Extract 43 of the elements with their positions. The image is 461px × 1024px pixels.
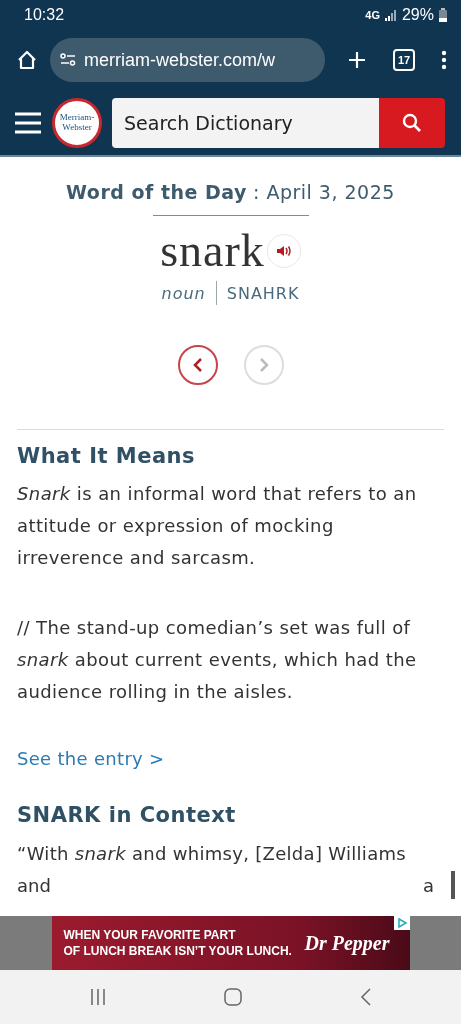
more-icon[interactable]: [441, 50, 447, 70]
search-field[interactable]: Search Dictionary: [112, 97, 379, 148]
menu-icon[interactable]: [14, 111, 42, 134]
part-of-speech: noun: [161, 283, 206, 303]
previous-button[interactable]: [177, 345, 218, 385]
pronunciation: SNAHRK: [226, 283, 300, 303]
battery-percent: 29%: [401, 6, 434, 24]
logo[interactable]: Merriam- Webster: [52, 97, 102, 148]
status-time: 10:32: [24, 6, 65, 24]
audio-button[interactable]: [266, 233, 301, 268]
plus-icon[interactable]: [347, 50, 367, 70]
home-icon[interactable]: [16, 49, 38, 71]
ad-banner[interactable]: WHEN YOUR FAVORITE PART OF LUNCH BREAK ISN’T YOUR LUNCH. Dr Pepper: [51, 916, 410, 970]
ad-text: WHEN YOUR FAVORITE PART: [63, 927, 237, 943]
home-button-icon[interactable]: [224, 988, 243, 1006]
back-icon[interactable]: [360, 988, 373, 1006]
search-button[interactable]: [379, 97, 445, 148]
ad-logo: Dr Pepper: [304, 931, 390, 955]
chevron-left-icon: [192, 357, 203, 373]
ad-choices-icon[interactable]: [393, 916, 410, 930]
tab-count-button[interactable]: 17: [393, 49, 415, 71]
network-indicator: 4G: [365, 9, 380, 21]
speaker-icon: [275, 244, 292, 257]
signal-icon: [384, 9, 397, 21]
recent-apps-icon[interactable]: [88, 988, 107, 1006]
paragraph: Snark is an informal word that refers to an attitude or expression of mocking irreverence and sarcasm.: [17, 482, 418, 570]
section-heading: SNARK in Context: [17, 802, 237, 827]
word-of-day-label: Word of the Day: [66, 181, 247, 203]
quote-line: “With snark and whimsy, [Zelda] Williams: [17, 842, 407, 866]
section-heading: What It Means: [17, 443, 197, 468]
site-settings-icon[interactable]: [60, 53, 76, 67]
chevron-right-icon: [258, 357, 269, 373]
quote-fragment: a: [422, 874, 434, 898]
search-icon: [402, 112, 422, 133]
scrollbar: [451, 871, 455, 899]
address-bar[interactable]: merriam-webster.com/w: [50, 38, 325, 82]
headword: snark: [160, 224, 265, 277]
quote-fragment: and: [17, 874, 51, 898]
word-date: : April 3, 2025: [252, 181, 395, 203]
ad-text: OF LUNCH BREAK ISN’T YOUR LUNCH.: [63, 943, 293, 959]
paragraph: // The stand-up comedian’s set was full of snark about current events, which had the audience rolling in the aisles.: [17, 616, 418, 704]
battery-icon: [439, 8, 447, 22]
entry-link[interactable]: See the entry >: [17, 748, 444, 769]
